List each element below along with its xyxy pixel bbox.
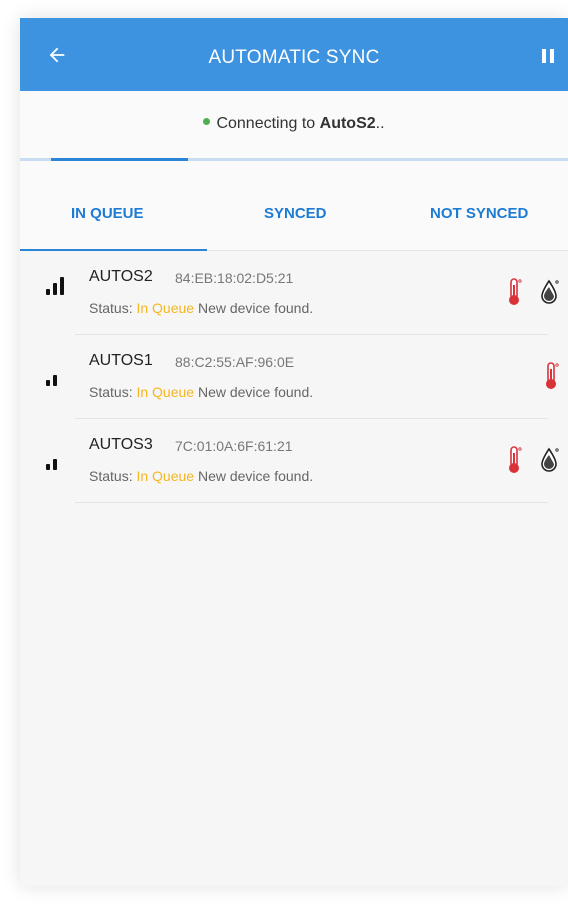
humidity-drop-icon xyxy=(541,279,559,304)
list-item[interactable]: AUTOS3 7C:01:0A:6F:61:21 Status: In Queu… xyxy=(20,419,568,503)
signal-strength-icon xyxy=(46,375,57,386)
connecting-device-name: AutoS2 xyxy=(319,115,376,132)
pause-button[interactable] xyxy=(532,40,564,72)
connection-status: Connecting to AutoS2.. xyxy=(20,91,568,163)
status-badge: In Queue xyxy=(136,468,195,484)
device-status: Status: In Queue New device found. xyxy=(89,468,314,484)
status-badge: In Queue xyxy=(136,300,195,316)
device-name: AUTOS3 xyxy=(89,436,153,453)
pause-icon xyxy=(542,49,546,63)
device-mac: 88:C2:55:AF:96:0E xyxy=(175,354,295,370)
tab-in-queue[interactable]: IN QUEUE xyxy=(71,205,144,222)
connection-status-text: Connecting to AutoS2.. xyxy=(20,91,568,157)
status-badge: In Queue xyxy=(136,384,195,400)
device-status: Status: In Queue New device found. xyxy=(89,300,314,316)
tab-bar: IN QUEUE SYNCED NOT SYNCED xyxy=(20,163,568,251)
humidity-drop-icon xyxy=(541,447,559,472)
device-list: AUTOS2 84:EB:18:02:D5:21 Status: In Queu… xyxy=(20,251,568,503)
app-bar: AUTOMATIC SYNC xyxy=(20,18,568,91)
device-mac: 84:EB:18:02:D5:21 xyxy=(175,270,294,286)
page-title: AUTOMATIC SYNC xyxy=(208,47,380,68)
device-mac: 7C:01:0A:6F:61:21 xyxy=(175,438,293,454)
device-status: Status: In Queue New device found. xyxy=(89,384,314,400)
app-screen: AUTOMATIC SYNC Connecting to AutoS2.. IN… xyxy=(20,18,568,886)
thermometer-icon xyxy=(509,446,522,473)
thermometer-icon xyxy=(509,278,522,305)
connected-dot-icon xyxy=(203,118,211,126)
thermometer-icon xyxy=(546,362,559,389)
sync-progress-fill xyxy=(51,158,188,161)
device-name: AUTOS1 xyxy=(89,352,153,369)
tab-synced[interactable]: SYNCED xyxy=(264,205,327,222)
list-item[interactable]: AUTOS2 84:EB:18:02:D5:21 Status: In Queu… xyxy=(20,251,568,335)
device-name: AUTOS2 xyxy=(89,268,153,285)
list-item[interactable]: AUTOS1 88:C2:55:AF:96:0E Status: In Queu… xyxy=(20,335,568,419)
signal-strength-icon xyxy=(46,277,64,295)
signal-strength-icon xyxy=(46,459,57,470)
tab-not-synced[interactable]: NOT SYNCED xyxy=(430,205,528,222)
sync-progress-bar xyxy=(20,158,568,161)
